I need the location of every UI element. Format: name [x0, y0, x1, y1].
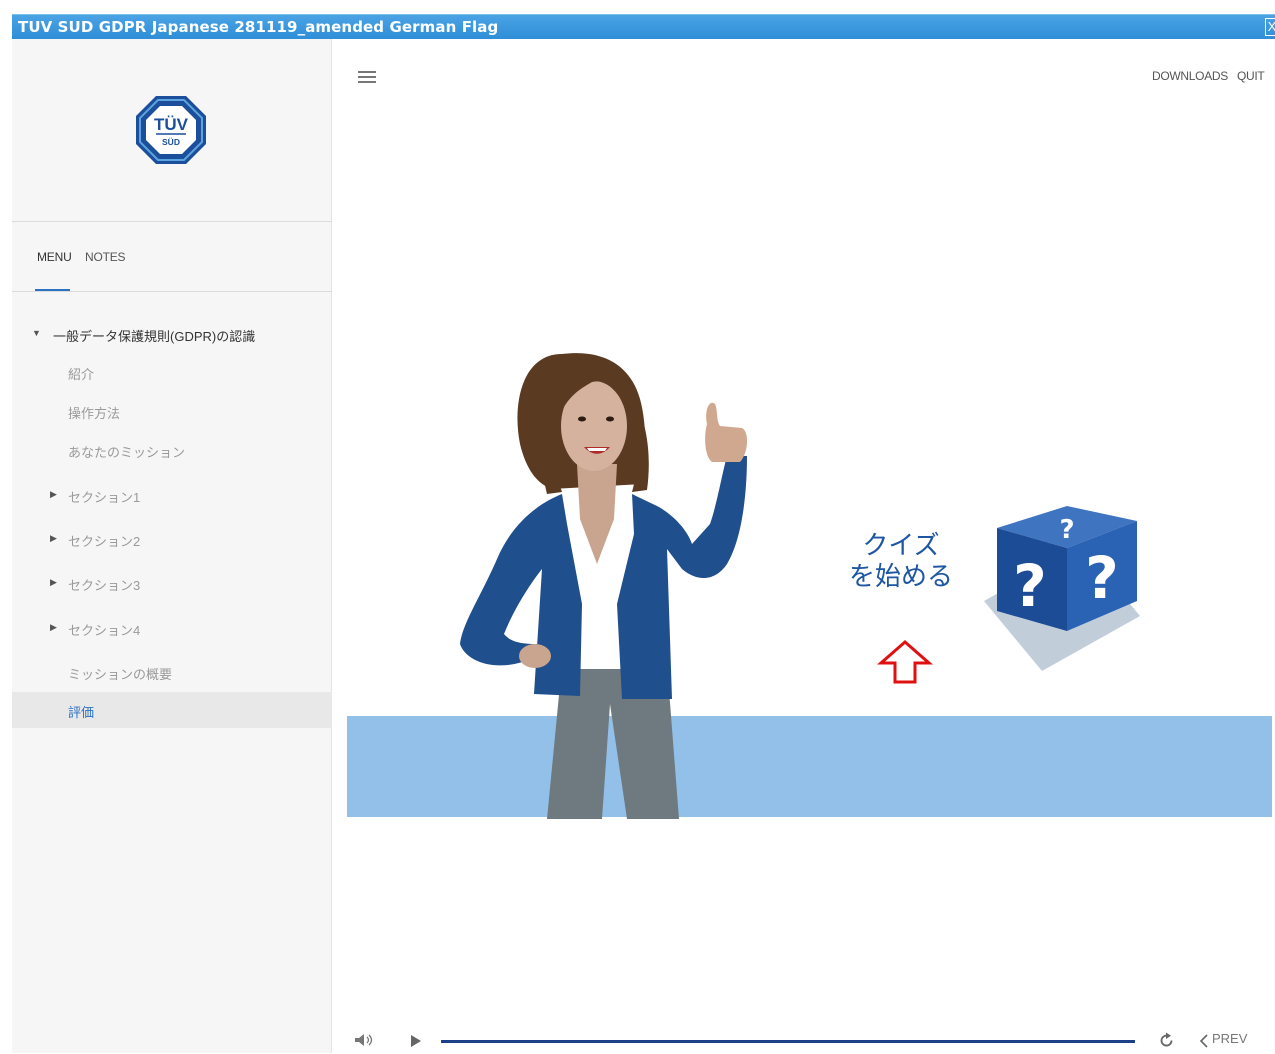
sidebar-item-label: ミッションの概要 [68, 667, 173, 682]
caret-down-icon[interactable]: ▼ [32, 328, 41, 338]
sidebar-item-introduction[interactable]: 紹介 [12, 354, 332, 390]
logo-text-bottom: SÜD [162, 137, 180, 147]
prev-button[interactable]: PREV [1212, 1031, 1247, 1046]
caret-right-icon[interactable]: ▶ [50, 622, 57, 633]
window-titlebar: TUV SUD GDPR Japanese 281119_amended Ger… [12, 14, 1275, 39]
sidebar-item-label: セクション3 [68, 578, 141, 593]
downloads-link[interactable]: DOWNLOADS [1152, 69, 1228, 83]
cube-question-mark-side: ? [1085, 544, 1119, 612]
tab-notes[interactable]: NOTES [85, 250, 126, 264]
sidebar-item-section-3[interactable]: ▶ セクション3 [12, 565, 332, 601]
sidebar-item-label: 評価 [68, 705, 95, 720]
sidebar-item-label: あなたのミッション [68, 445, 186, 460]
quiz-start-label[interactable]: クイズ を始める [849, 531, 953, 593]
up-arrow-icon[interactable] [877, 639, 933, 685]
quiz-label-line-2: を始める [849, 562, 954, 592]
sidebar: TÜV SÜD MENU NOTES ▼ 一般データ保護規則(GDPR)の認識 … [12, 39, 332, 1053]
sidebar-item-assessment[interactable]: 評価 [12, 692, 332, 728]
sidebar-item-your-mission[interactable]: あなたのミッション [12, 432, 332, 468]
volume-icon[interactable] [354, 1033, 374, 1047]
sidebar-item-label: セクション1 [68, 490, 141, 505]
cube-question-mark-front: ? [1013, 552, 1047, 620]
slide-content: DOWNLOADS QUIT クイズ を始める ? ? ? PREV [332, 39, 1275, 1053]
presenter-illustration [460, 353, 748, 819]
sidebar-item-label: セクション4 [68, 623, 141, 638]
close-icon[interactable]: X [1265, 18, 1275, 36]
sidebar-item-section-2[interactable]: ▶ セクション2 [12, 521, 332, 557]
logo-area: TÜV SÜD [12, 39, 332, 222]
quit-link[interactable]: QUIT [1237, 69, 1265, 83]
sidebar-item-label: 操作方法 [68, 406, 121, 421]
caret-right-icon[interactable]: ▶ [50, 533, 57, 544]
tab-menu[interactable]: MENU [37, 250, 72, 264]
tuv-sud-logo: TÜV SÜD [136, 96, 206, 164]
sidebar-item-label: 紹介 [68, 367, 95, 382]
sidebar-item-gdpr-course[interactable]: ▼ 一般データ保護規則(GDPR)の認識 [12, 316, 332, 352]
caret-right-icon[interactable]: ▶ [50, 577, 57, 588]
replay-icon[interactable] [1158, 1032, 1175, 1049]
sidebar-item-label: 一般データ保護規則(GDPR)の認識 [53, 329, 256, 344]
chevron-left-icon[interactable] [1199, 1034, 1209, 1048]
window-title: TUV SUD GDPR Japanese 281119_amended Ger… [18, 18, 499, 36]
sidebar-item-section-4[interactable]: ▶ セクション4 [12, 610, 332, 646]
progress-bar[interactable] [441, 1040, 1135, 1043]
slide-stage: クイズ を始める ? ? ? [347, 219, 1272, 819]
sidebar-item-section-1[interactable]: ▶ セクション1 [12, 477, 332, 513]
quiz-label-line-1: クイズ [862, 531, 940, 561]
hamburger-menu-icon[interactable] [358, 71, 376, 84]
playback-bar: PREV [332, 1024, 1275, 1054]
sidebar-item-how-to[interactable]: 操作方法 [12, 393, 332, 429]
cube-question-mark-top: ? [1059, 515, 1074, 545]
caret-right-icon[interactable]: ▶ [50, 489, 57, 500]
tab-active-indicator [35, 289, 70, 291]
sidebar-item-mission-summary[interactable]: ミッションの概要 [12, 654, 332, 690]
logo-text-top: TÜV [154, 115, 189, 134]
sidebar-tabs: MENU NOTES [12, 223, 332, 292]
question-cube-icon[interactable]: ? ? ? [982, 506, 1142, 671]
sidebar-item-label: セクション2 [68, 534, 141, 549]
play-icon[interactable] [410, 1034, 422, 1048]
